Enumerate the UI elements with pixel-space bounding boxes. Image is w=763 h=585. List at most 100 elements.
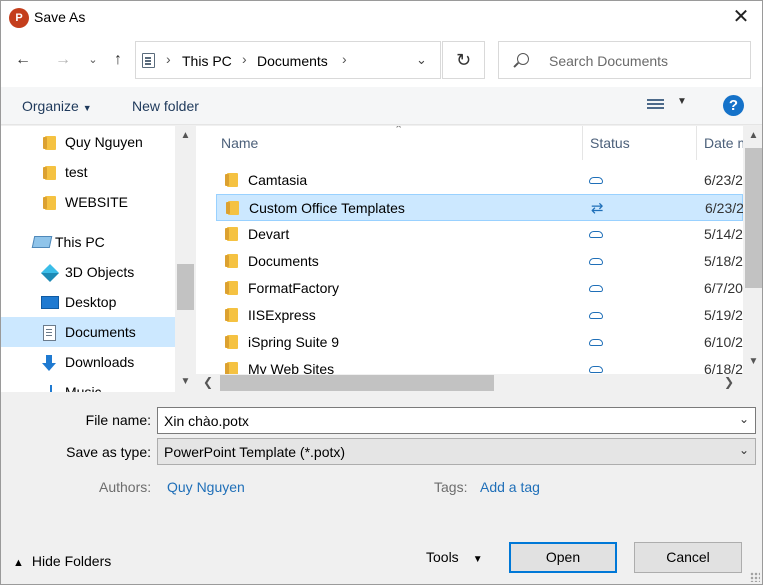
- breadcrumb-this-pc[interactable]: This PC: [182, 53, 232, 69]
- file-name-value[interactable]: Xin chào.potx: [164, 413, 249, 429]
- hide-folders-toggle[interactable]: ▲ Hide Folders: [13, 553, 111, 569]
- table-row[interactable]: Documents 5/18/2: [216, 248, 743, 275]
- column-divider[interactable]: [582, 126, 583, 160]
- powerpoint-app-icon: P: [9, 8, 29, 28]
- horizontal-scroll-thumb[interactable]: [220, 375, 494, 391]
- search-input[interactable]: [549, 51, 744, 71]
- scroll-left-icon[interactable]: ❮: [203, 375, 213, 389]
- this-pc-icon: [31, 236, 53, 248]
- table-row[interactable]: iSpring Suite 9 6/10/2: [216, 329, 743, 356]
- nav-item-3d-objects[interactable]: 3D Objects: [1, 257, 175, 287]
- cloud-icon: [589, 339, 603, 346]
- scroll-down-icon[interactable]: ▼: [743, 356, 762, 367]
- table-row[interactable]: Devart 5/14/2: [216, 221, 743, 248]
- table-row[interactable]: Camtasia 6/23/2: [216, 167, 743, 194]
- chevron-up-icon: ▲: [13, 557, 24, 569]
- cancel-button[interactable]: Cancel: [634, 542, 742, 573]
- nav-item-label: 3D Objects: [65, 264, 135, 280]
- scrollbar-corner: [743, 374, 762, 392]
- cloud-icon: [589, 177, 603, 184]
- chevron-down-icon[interactable]: ⌄: [739, 412, 749, 426]
- nav-item-label: Music: [65, 384, 102, 392]
- file-list: ⌃ Name Status Date m Camtasia 6/23/2 Cus…: [196, 126, 762, 392]
- search-box[interactable]: [498, 41, 751, 79]
- file-date: 6/10/2: [704, 334, 743, 350]
- cloud-icon: [589, 312, 603, 319]
- column-header-name[interactable]: Name: [221, 126, 581, 160]
- nav-item-desktop[interactable]: Desktop: [1, 287, 175, 317]
- file-name-field[interactable]: Xin chào.potx ⌄: [157, 407, 756, 434]
- nav-item-website[interactable]: WEBSITE: [1, 187, 175, 217]
- scroll-up-icon[interactable]: ▲: [175, 130, 196, 141]
- refresh-button[interactable]: ↻: [442, 41, 485, 79]
- back-arrow-icon[interactable]: ←: [11, 47, 35, 73]
- navigation-pane: Quy Nguyen test WEBSITE This PC 3D Objec…: [1, 126, 196, 392]
- scroll-down-icon[interactable]: ▼: [175, 376, 196, 387]
- address-bar[interactable]: › This PC › Documents › ⌄: [135, 41, 441, 79]
- hide-folders-label: Hide Folders: [31, 553, 112, 569]
- column-divider[interactable]: [696, 126, 697, 160]
- view-options-icon[interactable]: [647, 99, 664, 112]
- file-date: 5/14/2: [704, 226, 743, 242]
- file-name: FormatFactory: [248, 280, 340, 296]
- folder-icon: [225, 227, 238, 241]
- table-row[interactable]: FormatFactory 6/7/20: [216, 275, 743, 302]
- chevron-down-icon: ▼: [82, 103, 92, 113]
- nav-item-downloads[interactable]: Downloads: [1, 347, 175, 377]
- authors-label: Authors:: [99, 479, 152, 495]
- file-list-vertical-scrollbar[interactable]: ▲ ▼: [743, 126, 762, 374]
- up-arrow-icon[interactable]: ↑: [106, 47, 130, 73]
- file-date: 5/18/2: [704, 253, 743, 269]
- save-as-type-value: PowerPoint Template (*.potx): [164, 444, 346, 460]
- save-as-type-select[interactable]: PowerPoint Template (*.potx) ⌄: [157, 438, 756, 465]
- table-row[interactable]: IISExpress 5/19/2: [216, 302, 743, 329]
- add-tag-link[interactable]: Add a tag: [480, 479, 540, 495]
- chevron-down-icon[interactable]: ⌄: [739, 443, 749, 457]
- sync-icon: ⇄: [591, 200, 604, 217]
- close-button[interactable]: ✕: [718, 1, 762, 35]
- nav-item-music[interactable]: Music: [1, 377, 175, 392]
- cloud-icon: [589, 285, 603, 292]
- resize-grip-icon[interactable]: [750, 572, 760, 582]
- column-header-date[interactable]: Date m: [704, 126, 744, 160]
- organize-label: Organize: [22, 98, 79, 114]
- help-icon[interactable]: ?: [723, 95, 744, 116]
- nav-pane-scrollbar[interactable]: ▲ ▼: [175, 126, 196, 392]
- dialog-title: Save As: [34, 9, 86, 25]
- column-header-status[interactable]: Status: [590, 126, 695, 160]
- breadcrumb-chevron-icon[interactable]: ›: [242, 51, 247, 67]
- folder-icon: [225, 173, 238, 187]
- tools-menu[interactable]: Tools ▼: [426, 549, 483, 565]
- breadcrumb-chevron-icon[interactable]: ›: [342, 51, 347, 67]
- address-dropdown-chevron-icon[interactable]: ⌄: [416, 52, 427, 68]
- cloud-icon: [589, 258, 603, 265]
- nav-item-label: Desktop: [65, 294, 117, 310]
- column-header-label: Date m: [704, 135, 744, 151]
- nav-pane-scroll-thumb[interactable]: [177, 264, 194, 310]
- downloads-icon: [42, 355, 56, 371]
- authors-value[interactable]: Quy Nguyen: [167, 479, 245, 495]
- nav-item-documents[interactable]: Documents: [1, 317, 175, 347]
- breadcrumb-documents[interactable]: Documents: [257, 53, 328, 69]
- view-dropdown-chevron-icon[interactable]: ▼: [677, 96, 687, 107]
- cloud-icon: [589, 366, 603, 373]
- breadcrumb-chevron-icon[interactable]: ›: [166, 51, 171, 67]
- nav-item-quy-nguyen[interactable]: Quy Nguyen: [1, 127, 175, 157]
- scroll-right-icon[interactable]: ❯: [724, 375, 734, 389]
- nav-item-this-pc[interactable]: This PC: [1, 227, 175, 257]
- open-button[interactable]: Open: [509, 542, 617, 573]
- forward-arrow-icon[interactable]: →: [51, 47, 75, 73]
- nav-item-label: Downloads: [65, 354, 135, 370]
- recent-locations-chevron-icon[interactable]: ⌄: [81, 47, 105, 73]
- title-bar: P Save As ✕: [1, 1, 762, 35]
- new-folder-button[interactable]: New folder: [132, 98, 199, 114]
- nav-item-test[interactable]: test: [1, 157, 175, 187]
- table-row[interactable]: Custom Office Templates ⇄ 6/23/2: [216, 194, 744, 221]
- nav-item-label: WEBSITE: [65, 194, 129, 210]
- folder-icon: [43, 136, 56, 150]
- scroll-up-icon[interactable]: ▲: [743, 130, 762, 141]
- file-list-scroll-thumb[interactable]: [745, 148, 762, 288]
- file-list-horizontal-scrollbar[interactable]: ❮ ❯: [196, 374, 743, 392]
- file-name: Camtasia: [248, 172, 308, 188]
- organize-menu[interactable]: Organize ▼: [22, 98, 92, 114]
